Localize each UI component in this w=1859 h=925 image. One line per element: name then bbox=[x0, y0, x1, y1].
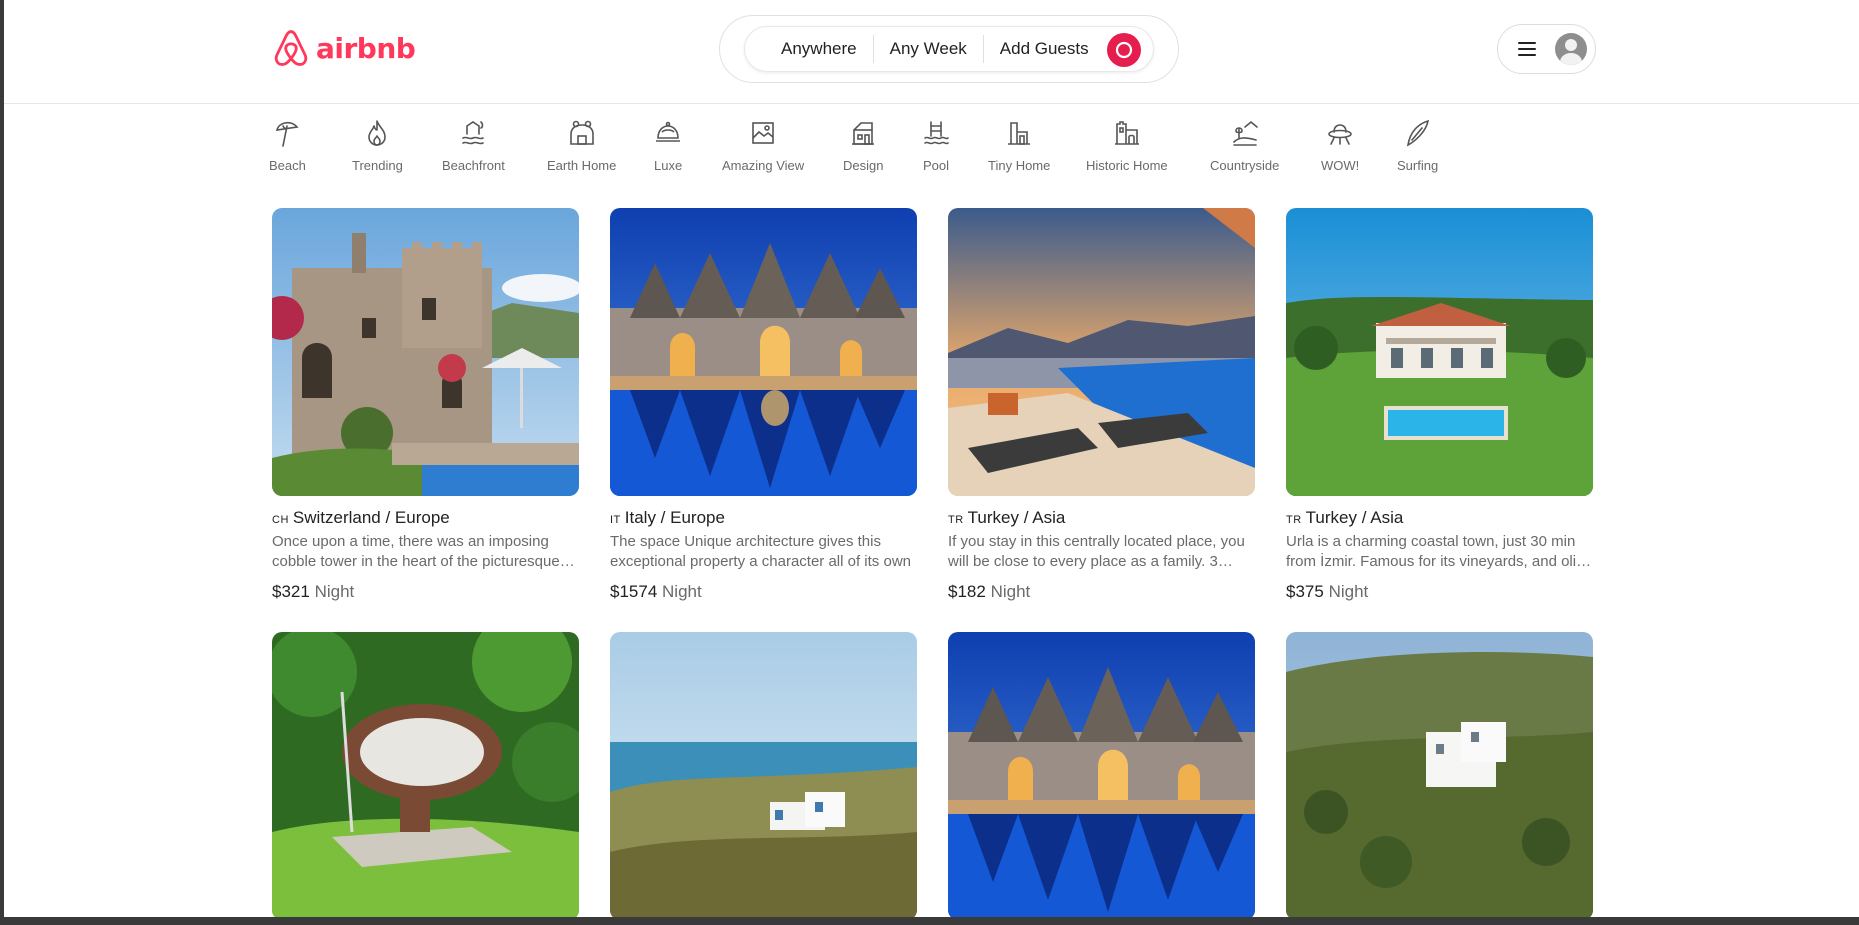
listing-photo[interactable] bbox=[610, 632, 917, 917]
listing-card[interactable] bbox=[948, 632, 1255, 917]
category-luxe[interactable]: Luxe bbox=[654, 118, 682, 173]
listing-description: Urla is a charming coastal town, just 30… bbox=[1286, 533, 1592, 570]
price-amount: $375 bbox=[1286, 582, 1324, 601]
category-label: Tiny Home bbox=[988, 158, 1051, 173]
price-unit: Night bbox=[314, 582, 355, 601]
tiny-home-icon bbox=[1008, 122, 1031, 145]
category-historic-home[interactable]: Historic Home bbox=[1086, 118, 1168, 173]
category-label: Historic Home bbox=[1086, 158, 1168, 173]
country-code: TR bbox=[1286, 514, 1302, 526]
listing-location: IT Italy / Europe bbox=[610, 508, 917, 528]
design-building-icon bbox=[852, 122, 875, 145]
category-label: Earth Home bbox=[547, 158, 617, 173]
category-countryside[interactable]: Countryside bbox=[1210, 118, 1279, 173]
search-bar-container: Anywhere Any Week Add Guests bbox=[719, 15, 1179, 83]
category-beach[interactable]: Beach bbox=[269, 118, 306, 173]
historic-building-icon bbox=[1114, 121, 1139, 145]
landscape-frame-icon bbox=[752, 122, 774, 144]
listing-description: Once upon a time, there was an imposing … bbox=[272, 533, 560, 570]
search-icon bbox=[1115, 41, 1133, 59]
listing-photo[interactable] bbox=[272, 632, 579, 917]
search-who[interactable]: Add Guests bbox=[984, 35, 1105, 63]
user-menu-button[interactable] bbox=[1497, 24, 1596, 74]
category-design[interactable]: Design bbox=[843, 118, 883, 173]
listing-photo[interactable] bbox=[948, 208, 1255, 496]
price-amount: $1574 bbox=[610, 582, 658, 601]
country-code: IT bbox=[610, 514, 621, 526]
listing-photo[interactable] bbox=[610, 208, 917, 496]
beachfront-icon bbox=[462, 121, 485, 145]
price-unit: Night bbox=[1328, 582, 1369, 601]
listing-card[interactable]: CH Switzerland / Europe Once upon a time,… bbox=[272, 208, 579, 602]
pool-ladder-icon bbox=[924, 121, 949, 145]
listing-card[interactable]: IT Italy / Europe The space Unique archit… bbox=[610, 208, 917, 602]
listing-location: TR Turkey / Asia bbox=[948, 508, 1255, 528]
category-label: WOW! bbox=[1321, 158, 1360, 173]
category-label: Design bbox=[843, 158, 884, 173]
listing-card[interactable] bbox=[272, 632, 579, 917]
price-unit: Night bbox=[990, 582, 1031, 601]
listing-card[interactable] bbox=[610, 632, 917, 917]
category-label: Pool bbox=[922, 158, 950, 173]
category-surfing[interactable]: Surfing bbox=[1397, 118, 1438, 173]
listing-card[interactable]: TR Turkey / Asia If you stay in this cent… bbox=[948, 208, 1255, 602]
cloche-icon bbox=[656, 121, 681, 142]
category-label: Trending bbox=[352, 158, 403, 173]
listing-photo[interactable] bbox=[1286, 208, 1593, 496]
search-when[interactable]: Any Week bbox=[874, 35, 983, 63]
flame-icon bbox=[368, 120, 387, 146]
search-bar[interactable]: Anywhere Any Week Add Guests bbox=[744, 26, 1154, 72]
listing-card[interactable]: TR Turkey / Asia Urla is a charming coast… bbox=[1286, 208, 1593, 602]
category-label: Countryside bbox=[1210, 158, 1280, 173]
listing-location: TR Turkey / Asia bbox=[1286, 508, 1593, 528]
category-pool[interactable]: Pool bbox=[922, 118, 950, 173]
category-amazing-view[interactable]: Amazing View bbox=[722, 118, 804, 173]
category-trending[interactable]: Trending bbox=[352, 118, 403, 173]
category-label: Amazing View bbox=[722, 158, 805, 173]
search-where[interactable]: Anywhere bbox=[745, 35, 873, 63]
location-text: Turkey / Asia bbox=[967, 508, 1066, 527]
hamburger-icon bbox=[1518, 42, 1536, 56]
beach-umbrella-icon bbox=[276, 121, 299, 147]
listing-photo[interactable] bbox=[948, 632, 1255, 917]
listing-price: $182 Night bbox=[948, 582, 1255, 602]
page: airbnb Anywhere Any Week Add Guests Beac… bbox=[4, 0, 1859, 917]
user-avatar-icon bbox=[1555, 33, 1587, 65]
brand-logo[interactable]: airbnb bbox=[272, 28, 416, 68]
price-unit: Night bbox=[662, 582, 702, 601]
listing-description: If you stay in this centrally located pl… bbox=[948, 533, 1245, 570]
category-label: Beach bbox=[269, 158, 306, 173]
listing-price: $375 Night bbox=[1286, 582, 1593, 602]
category-label: Luxe bbox=[654, 158, 683, 173]
countryside-icon bbox=[1232, 120, 1258, 146]
listing-card[interactable] bbox=[1286, 632, 1593, 917]
listing-price: $1574 Night bbox=[610, 582, 917, 602]
listing-photo[interactable] bbox=[272, 208, 579, 496]
price-amount: $321 bbox=[272, 582, 310, 601]
listing-description: The space Unique architecture gives this… bbox=[610, 533, 911, 570]
top-header: airbnb Anywhere Any Week Add Guests bbox=[4, 0, 1859, 104]
location-text: Turkey / Asia bbox=[1305, 508, 1404, 527]
listing-photo[interactable] bbox=[1286, 632, 1593, 917]
category-label: Surfing bbox=[1397, 158, 1439, 173]
earth-home-icon bbox=[569, 120, 594, 145]
price-amount: $182 bbox=[948, 582, 986, 601]
category-wow[interactable]: WOW! bbox=[1321, 118, 1359, 173]
search-button[interactable] bbox=[1107, 33, 1141, 67]
category-earth-home[interactable]: Earth Home bbox=[547, 118, 616, 173]
category-tiny-home[interactable]: Tiny Home bbox=[988, 118, 1050, 173]
category-label: Beachfront bbox=[442, 158, 505, 173]
category-beachfront[interactable]: Beachfront bbox=[442, 118, 505, 173]
brand-name: airbnb bbox=[316, 31, 416, 65]
airbnb-logo-icon bbox=[274, 30, 308, 66]
country-code: CH bbox=[272, 514, 289, 526]
country-code: TR bbox=[948, 514, 964, 526]
location-text: Switzerland / Europe bbox=[292, 508, 450, 527]
listing-price: $321 Night bbox=[272, 582, 579, 602]
listing-location: CH Switzerland / Europe bbox=[272, 508, 579, 528]
surfboard-icon bbox=[1406, 119, 1429, 147]
ufo-icon bbox=[1328, 124, 1352, 145]
location-text: Italy / Europe bbox=[624, 508, 725, 527]
